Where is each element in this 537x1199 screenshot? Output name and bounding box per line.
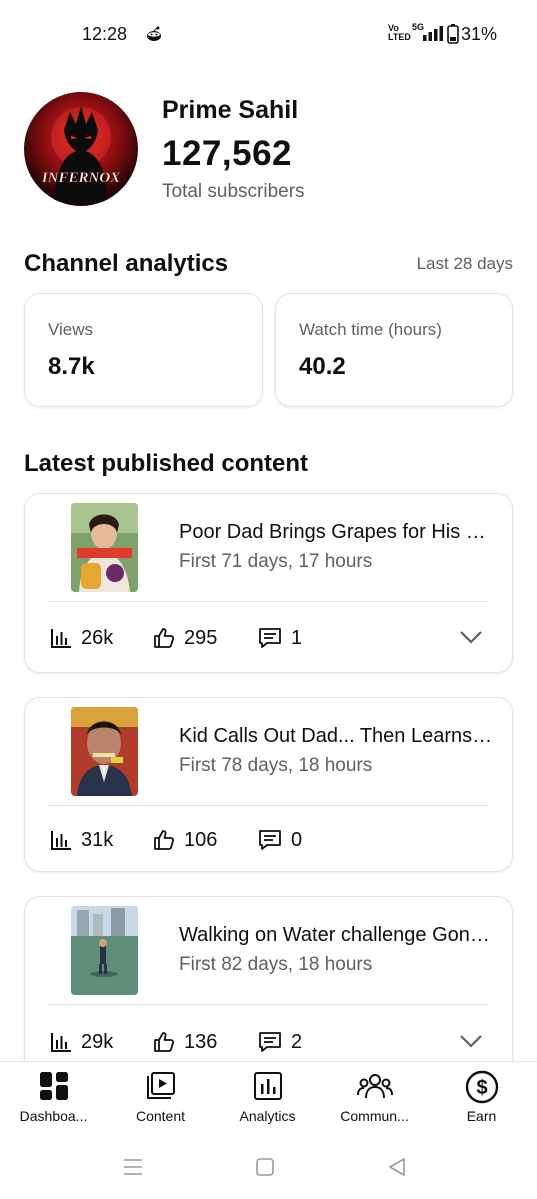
video-card[interactable]: Poor Dad Brings Grapes for His Daughter …	[24, 493, 513, 673]
thumbs-up-icon	[154, 830, 175, 850]
latest-content-heading: Latest published content	[24, 450, 309, 477]
recents-icon[interactable]	[121, 1155, 145, 1179]
video-card[interactable]: Kid Calls Out Dad... Then Learns the Tru…	[24, 697, 513, 872]
views-value: 8.7k	[48, 353, 95, 380]
comment-icon	[259, 830, 281, 850]
nav-content[interactable]: Content	[107, 1070, 214, 1136]
thumbs-up-icon	[154, 1032, 175, 1052]
system-navigation-bar	[0, 1137, 537, 1199]
thumbs-up-icon	[154, 628, 175, 648]
chevron-down-icon[interactable]	[458, 1031, 484, 1051]
earn-icon: $	[465, 1070, 498, 1104]
bar-chart-icon	[51, 1033, 71, 1052]
signal-icon	[423, 26, 443, 41]
svg-text:INFERNOX: INFERNOX	[41, 170, 121, 186]
comments-metric: 0	[257, 827, 302, 853]
dashboard-icon	[39, 1072, 68, 1100]
comments-metric: 1	[257, 625, 302, 651]
divider	[48, 805, 489, 806]
video-meta: First 71 days, 17 hours	[179, 551, 373, 572]
nav-analytics[interactable]: Analytics	[214, 1070, 321, 1136]
community-icon	[356, 1074, 393, 1099]
video-title[interactable]: Kid Calls Out Dad... Then Learns the Tru…	[179, 725, 495, 748]
likes-metric: 295	[152, 625, 217, 651]
bottom-navigation: Dashboa... Content Analytics Commun... $…	[0, 1061, 537, 1137]
status-bar: 12:28 Vo LTED 5G 31%	[0, 0, 537, 70]
video-thumbnail[interactable]	[71, 503, 138, 592]
content-icon	[146, 1072, 175, 1099]
divider	[48, 1004, 489, 1005]
avatar-image: INFERNOX	[24, 92, 138, 206]
channel-name: Prime Sahil	[162, 96, 299, 124]
video-meta: First 78 days, 18 hours	[179, 755, 373, 776]
video-meta: First 82 days, 18 hours	[179, 954, 373, 975]
svg-text:$: $	[476, 1077, 487, 1099]
likes-metric: 136	[152, 1029, 217, 1055]
back-icon[interactable]	[385, 1155, 409, 1179]
analytics-range[interactable]: Last 28 days	[417, 254, 513, 274]
video-thumbnail[interactable]	[71, 906, 138, 995]
analytics-heading: Channel analytics	[24, 250, 229, 277]
video-thumbnail[interactable]	[71, 707, 138, 796]
watch-time-label: Watch time (hours)	[299, 320, 442, 339]
views-card[interactable]: Views 8.7k	[24, 293, 263, 407]
subscriber-label: Total subscribers	[162, 181, 305, 202]
likes-metric: 106	[152, 827, 217, 853]
analytics-icon	[253, 1072, 282, 1100]
nav-earn[interactable]: $ Earn	[428, 1070, 535, 1136]
volte-indicator: Vo LTED	[388, 23, 411, 42]
channel-avatar[interactable]: INFERNOX	[24, 92, 138, 206]
views-metric: 26k	[49, 625, 113, 651]
battery-percent: 31%	[461, 24, 498, 44]
notification-app-icon	[147, 26, 161, 41]
video-title[interactable]: Walking on Water challenge Gone Wrong	[179, 924, 495, 947]
video-title[interactable]: Poor Dad Brings Grapes for His Daughter	[179, 521, 495, 544]
views-metric: 29k	[49, 1029, 113, 1055]
bar-chart-icon	[51, 629, 71, 648]
battery-icon	[447, 24, 459, 44]
views-label: Views	[48, 320, 94, 339]
home-icon[interactable]	[253, 1155, 277, 1179]
chevron-down-icon[interactable]	[458, 627, 484, 647]
divider	[48, 601, 489, 602]
status-time: 12:28	[82, 24, 128, 44]
views-metric: 31k	[49, 827, 113, 853]
subscriber-count: 127,562	[162, 134, 293, 173]
comment-icon	[259, 628, 281, 648]
comment-icon	[259, 1032, 281, 1052]
comments-metric: 2	[257, 1029, 302, 1055]
nav-dashboard[interactable]: Dashboa...	[0, 1070, 107, 1136]
bar-chart-icon	[51, 831, 71, 850]
watch-time-card[interactable]: Watch time (hours) 40.2	[275, 293, 513, 407]
watch-time-value: 40.2	[299, 353, 346, 380]
nav-community[interactable]: Commun...	[321, 1070, 428, 1136]
